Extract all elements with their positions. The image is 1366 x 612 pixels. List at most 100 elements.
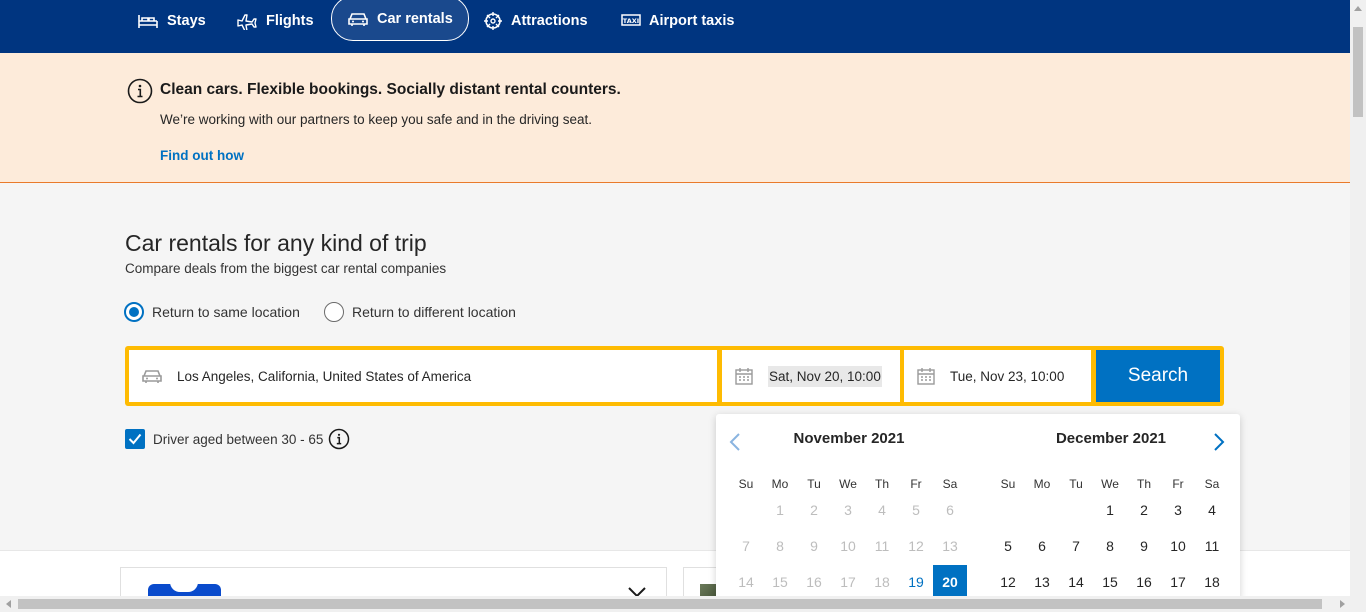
calendar-day[interactable]: 1 (1093, 493, 1127, 527)
nav-car-rentals-label: Car rentals (377, 10, 453, 27)
search-button[interactable]: Search (1096, 350, 1220, 402)
vertical-scroll-thumb[interactable] (1353, 27, 1363, 117)
calendar-day: 11 (874, 538, 890, 554)
calendar-day[interactable]: 8 (1093, 529, 1127, 563)
weekday-label: Th (1136, 477, 1151, 491)
bed-icon (137, 12, 159, 30)
weekday-label: Fr (1172, 477, 1184, 491)
page-subtitle: Compare deals from the biggest car renta… (125, 261, 447, 276)
calendar-day[interactable]: 16 (1127, 565, 1161, 599)
calendar-day[interactable]: 20 (933, 565, 967, 599)
weekday-label: Th (874, 477, 889, 491)
weekday-label: We (839, 477, 857, 491)
pickup-date-value: Sat, Nov 20, 10:00 (768, 365, 882, 387)
scroll-right-icon[interactable] (1334, 596, 1350, 612)
calendar-icon (734, 366, 754, 386)
weekday-label: Tu (1069, 477, 1083, 491)
nav-flights-label: Flights (266, 12, 314, 29)
calendar-day: 16 (806, 574, 822, 590)
calendar-day[interactable]: 3 (1161, 493, 1195, 527)
radio-different-location[interactable]: Return to different location (324, 302, 516, 322)
calendar-day[interactable]: 12 (991, 565, 1025, 599)
calendar-day: 2 (810, 502, 818, 518)
banner-text: We’re working with our partners to keep … (160, 112, 592, 127)
calendar-icon (916, 366, 936, 386)
calendar-day[interactable]: 5 (991, 529, 1025, 563)
calendar-day: 10 (840, 538, 856, 554)
calendar-day[interactable]: 6 (1025, 529, 1059, 563)
radio-same-location[interactable]: Return to same location (124, 302, 300, 322)
calendar-day[interactable]: 10 (1161, 529, 1195, 563)
radio-different-location-dot[interactable] (324, 302, 344, 322)
calendar-day[interactable]: 15 (1093, 565, 1127, 599)
vertical-scrollbar[interactable] (1350, 0, 1366, 612)
car-icon (141, 367, 163, 385)
scroll-left-icon[interactable] (0, 596, 16, 612)
calendar-day[interactable]: 9 (1127, 529, 1161, 563)
scroll-up-icon[interactable] (1350, 0, 1366, 16)
car-icon (347, 10, 369, 28)
search-bar: Los Angeles, California, United States o… (125, 346, 1224, 406)
weekday-label: Mo (771, 477, 789, 491)
calendar-day[interactable]: 11 (1195, 529, 1229, 563)
calendar-day: 6 (946, 502, 954, 518)
calendar-day: 18 (874, 574, 890, 590)
calendar-day: 5 (912, 502, 920, 518)
calendar-day[interactable]: 14 (1059, 565, 1093, 599)
calendar-day: 15 (772, 574, 788, 590)
nav-stays-label: Stays (167, 12, 206, 29)
nav-airport-taxis[interactable]: TAXI Airport taxis (621, 0, 734, 41)
calendar-day: 1 (776, 502, 784, 518)
calendar-day: 3 (844, 502, 852, 518)
calendar-day: 17 (840, 574, 856, 590)
find-out-how-link[interactable]: Find out how (160, 148, 244, 163)
nav-stays[interactable]: Stays (137, 0, 206, 41)
calendar-day: 8 (776, 538, 784, 554)
month-title: November 2021 (793, 430, 905, 447)
calendar-day[interactable]: 4 (1195, 493, 1229, 527)
driver-age-row: Driver aged between 30 - 65 (125, 428, 350, 450)
calendar-day[interactable]: 17 (1161, 565, 1195, 599)
calendar-day: 4 (878, 502, 886, 518)
svg-text:TAXI: TAXI (623, 17, 639, 25)
calendar-day[interactable]: 7 (1059, 529, 1093, 563)
pickup-date-field[interactable]: Sat, Nov 20, 10:00 (722, 350, 900, 402)
weekday-label: Su (738, 477, 754, 491)
radio-different-location-label: Return to different location (352, 304, 516, 320)
driver-age-checkbox[interactable] (125, 429, 145, 449)
weekday-label: We (1101, 477, 1119, 491)
weekday-label: Sa (1204, 477, 1220, 491)
calendar-day[interactable]: 18 (1195, 565, 1229, 599)
month-title: December 2021 (1055, 430, 1167, 447)
calendar-day: 7 (742, 538, 750, 554)
banner-title: Clean cars. Flexible bookings. Socially … (160, 81, 621, 98)
calendar-day[interactable]: 19 (899, 565, 933, 599)
page-title: Car rentals for any kind of trip (125, 230, 427, 256)
horizontal-scrollbar[interactable] (0, 596, 1350, 612)
nav-flights[interactable]: Flights (236, 0, 314, 41)
taxi-icon: TAXI (621, 13, 641, 29)
radio-same-location-dot[interactable] (124, 302, 144, 322)
top-nav: Stays Flights Car rentals Attractions TA… (0, 0, 1350, 53)
weekday-label: Sa (942, 477, 958, 491)
calendar-day: 12 (908, 538, 924, 554)
dropoff-date-field[interactable]: Tue, Nov 23, 10:00 (904, 350, 1091, 402)
weekday-label: Mo (1033, 477, 1051, 491)
attractions-icon (483, 11, 503, 31)
plane-icon (236, 12, 258, 30)
calendar-day: 13 (942, 538, 958, 554)
dropoff-date-value: Tue, Nov 23, 10:00 (950, 368, 1065, 384)
nav-attractions[interactable]: Attractions (483, 0, 588, 41)
info-icon[interactable] (328, 428, 350, 450)
calendar-day[interactable]: 13 (1025, 565, 1059, 599)
horizontal-scroll-thumb[interactable] (18, 599, 1322, 609)
nav-car-rentals[interactable]: Car rentals (331, 0, 469, 41)
info-icon (127, 78, 153, 109)
calendar-day[interactable]: 2 (1127, 493, 1161, 527)
nav-airport-taxis-label: Airport taxis (649, 12, 735, 29)
weekday-label: Su (1000, 477, 1016, 491)
nav-attractions-label: Attractions (511, 12, 588, 29)
driver-age-label: Driver aged between 30 - 65 (153, 431, 324, 447)
weekday-label: Fr (910, 477, 922, 491)
location-input[interactable]: Los Angeles, California, United States o… (129, 350, 717, 402)
